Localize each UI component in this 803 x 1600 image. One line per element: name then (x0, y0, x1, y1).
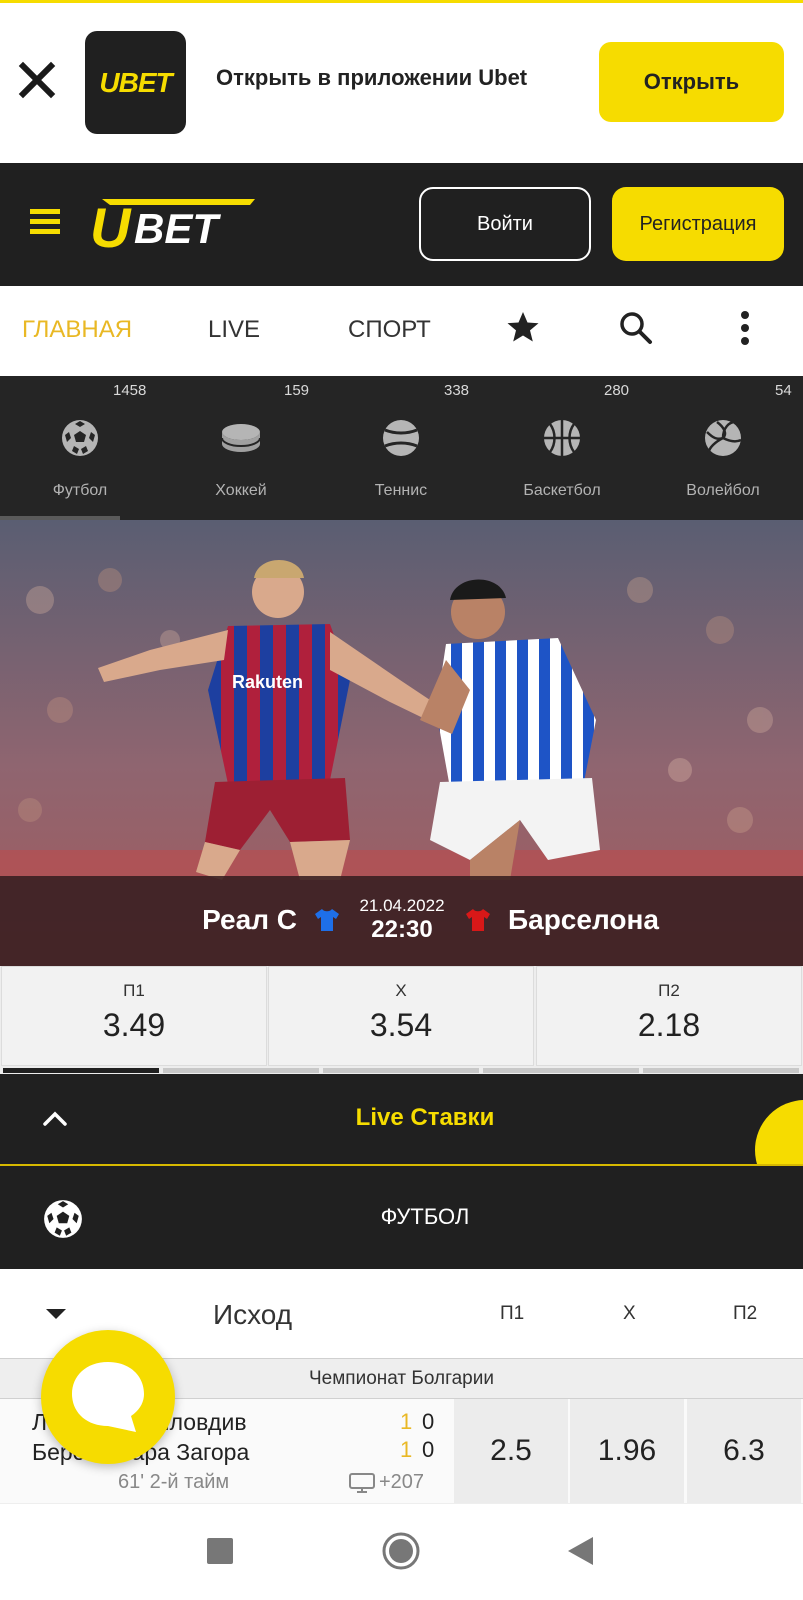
odd-value: 2.18 (637, 1007, 701, 1043)
sport-item-hockey[interactable]: 159 Хоккей (161, 376, 321, 520)
ubet-logo[interactable]: U BET (90, 185, 260, 255)
home-shirt-icon (315, 909, 339, 931)
sport-item-football[interactable]: 1458 Футбол (0, 376, 160, 520)
away-shirt-icon (466, 909, 490, 931)
live-bets-title: Live Ставки (355, 1104, 495, 1131)
odd-button-p2[interactable]: П2 2.18 (536, 966, 802, 1066)
svg-text:U: U (90, 196, 132, 255)
home-team-name: Реал С (202, 904, 297, 935)
event-odd-p1[interactable]: 2.5 (454, 1399, 568, 1503)
sport-count: 54 (775, 382, 792, 399)
carousel-dot[interactable] (643, 1068, 799, 1073)
more-vertical-icon[interactable] (740, 310, 750, 346)
sport-label: Футбол (52, 482, 108, 499)
event-odd-p2[interactable]: 6.3 (687, 1399, 801, 1503)
score-team1-total: 0 (422, 1409, 435, 1434)
event-odd-x[interactable]: 1.96 (570, 1399, 684, 1503)
featured-match-banner[interactable]: Rakuten Реал С 21.04.2022 22:30 Барселон… (0, 520, 803, 966)
svg-text:Rakuten: Rakuten (232, 672, 303, 692)
featured-odds: П1 3.49 X 3.54 П2 2.18 (0, 966, 803, 1074)
site-header: U BET Войти Регистрация (0, 163, 803, 286)
carousel-dot[interactable] (483, 1068, 639, 1073)
nav-live[interactable]: LIVE (208, 316, 260, 344)
hockey-puck-icon (221, 424, 261, 452)
away-team-name: Барселона (508, 904, 659, 935)
login-button[interactable]: Войти (419, 187, 591, 261)
sport-section-football[interactable]: ФУТБОЛ (0, 1166, 803, 1269)
dropdown-triangle-icon[interactable] (45, 1307, 67, 1321)
close-icon[interactable] (16, 59, 58, 101)
register-button[interactable]: Регистрация (612, 187, 784, 261)
odd-key: П1 (123, 981, 145, 1000)
score-team2-half: 1 (400, 1437, 413, 1462)
app-install-banner: UBET Открыть в приложении Ubet Открыть (0, 3, 803, 163)
nav-home[interactable]: ГЛАВНАЯ (22, 316, 132, 344)
carousel-dot[interactable] (163, 1068, 319, 1073)
sport-label: Баскетбол (523, 482, 601, 499)
search-icon[interactable] (618, 310, 654, 346)
chat-button[interactable] (41, 1330, 175, 1464)
main-nav: ГЛАВНАЯ LIVE СПОРТ (0, 286, 803, 376)
odd-button-p1[interactable]: П1 3.49 (1, 966, 267, 1066)
score-team1-half: 1 (400, 1409, 413, 1434)
carousel-dot[interactable] (323, 1068, 479, 1073)
home-icon[interactable] (382, 1532, 420, 1570)
chat-bubble-icon (72, 1362, 144, 1432)
system-navigation-bar (0, 1503, 803, 1600)
carousel-dot-active[interactable] (3, 1068, 159, 1073)
match-status: 61' 2-й тайм (118, 1471, 230, 1493)
svg-text:BET: BET (134, 205, 221, 252)
favorites-star-icon[interactable] (506, 310, 540, 344)
sport-label: Хоккей (215, 482, 267, 499)
odd-value: 3.49 (102, 1007, 166, 1043)
market-title[interactable]: Исход (213, 1299, 292, 1331)
basketball-icon (544, 420, 580, 456)
more-markets-count[interactable]: +207 (379, 1471, 424, 1494)
football-icon (62, 420, 98, 456)
back-icon[interactable] (566, 1536, 594, 1566)
market-col-x: X (623, 1303, 636, 1324)
live-bets-header[interactable]: Live Ставки (0, 1074, 803, 1166)
odd-button-x[interactable]: X 3.54 (268, 966, 534, 1066)
sport-count: 338 (444, 382, 470, 399)
sports-strip: 1458 Футбол 159 Хоккей 338 Теннис 280 Ба… (0, 376, 803, 520)
banner-text: Открыть в приложении Ubet (216, 65, 528, 90)
market-col-p2: П2 (733, 1303, 758, 1324)
odd-key: П2 (658, 981, 680, 1000)
odd-value: 3.54 (369, 1007, 433, 1043)
sport-item-basketball[interactable]: 280 Баскетбол (482, 376, 642, 520)
sport-count: 159 (284, 382, 310, 399)
app-logo: UBET (85, 31, 186, 134)
match-info-bar: Реал С 21.04.2022 22:30 Барселона (0, 876, 803, 966)
tv-icon (349, 1473, 375, 1493)
tennis-ball-icon (383, 420, 419, 456)
score-team2-total: 0 (422, 1437, 435, 1462)
odd-key: X (395, 981, 407, 1000)
menu-icon[interactable] (30, 209, 60, 235)
market-col-p1: П1 (500, 1303, 525, 1324)
sport-label: Волейбол (686, 482, 760, 499)
match-time: 22:30 (371, 916, 433, 943)
sport-item-volleyball[interactable]: 54 Волейбол (643, 376, 803, 520)
sport-item-tennis[interactable]: 338 Теннис (321, 376, 481, 520)
match-date: 21.04.2022 (359, 896, 445, 915)
volleyball-icon (705, 420, 742, 456)
sport-label: Теннис (374, 482, 428, 499)
sport-count: 1458 (113, 382, 147, 399)
sport-section-title: ФУТБОЛ (380, 1204, 470, 1229)
nav-sport[interactable]: СПОРТ (348, 316, 431, 344)
sport-count: 280 (604, 382, 630, 399)
recent-apps-icon[interactable] (207, 1538, 233, 1564)
open-in-app-button[interactable]: Открыть (599, 42, 784, 122)
